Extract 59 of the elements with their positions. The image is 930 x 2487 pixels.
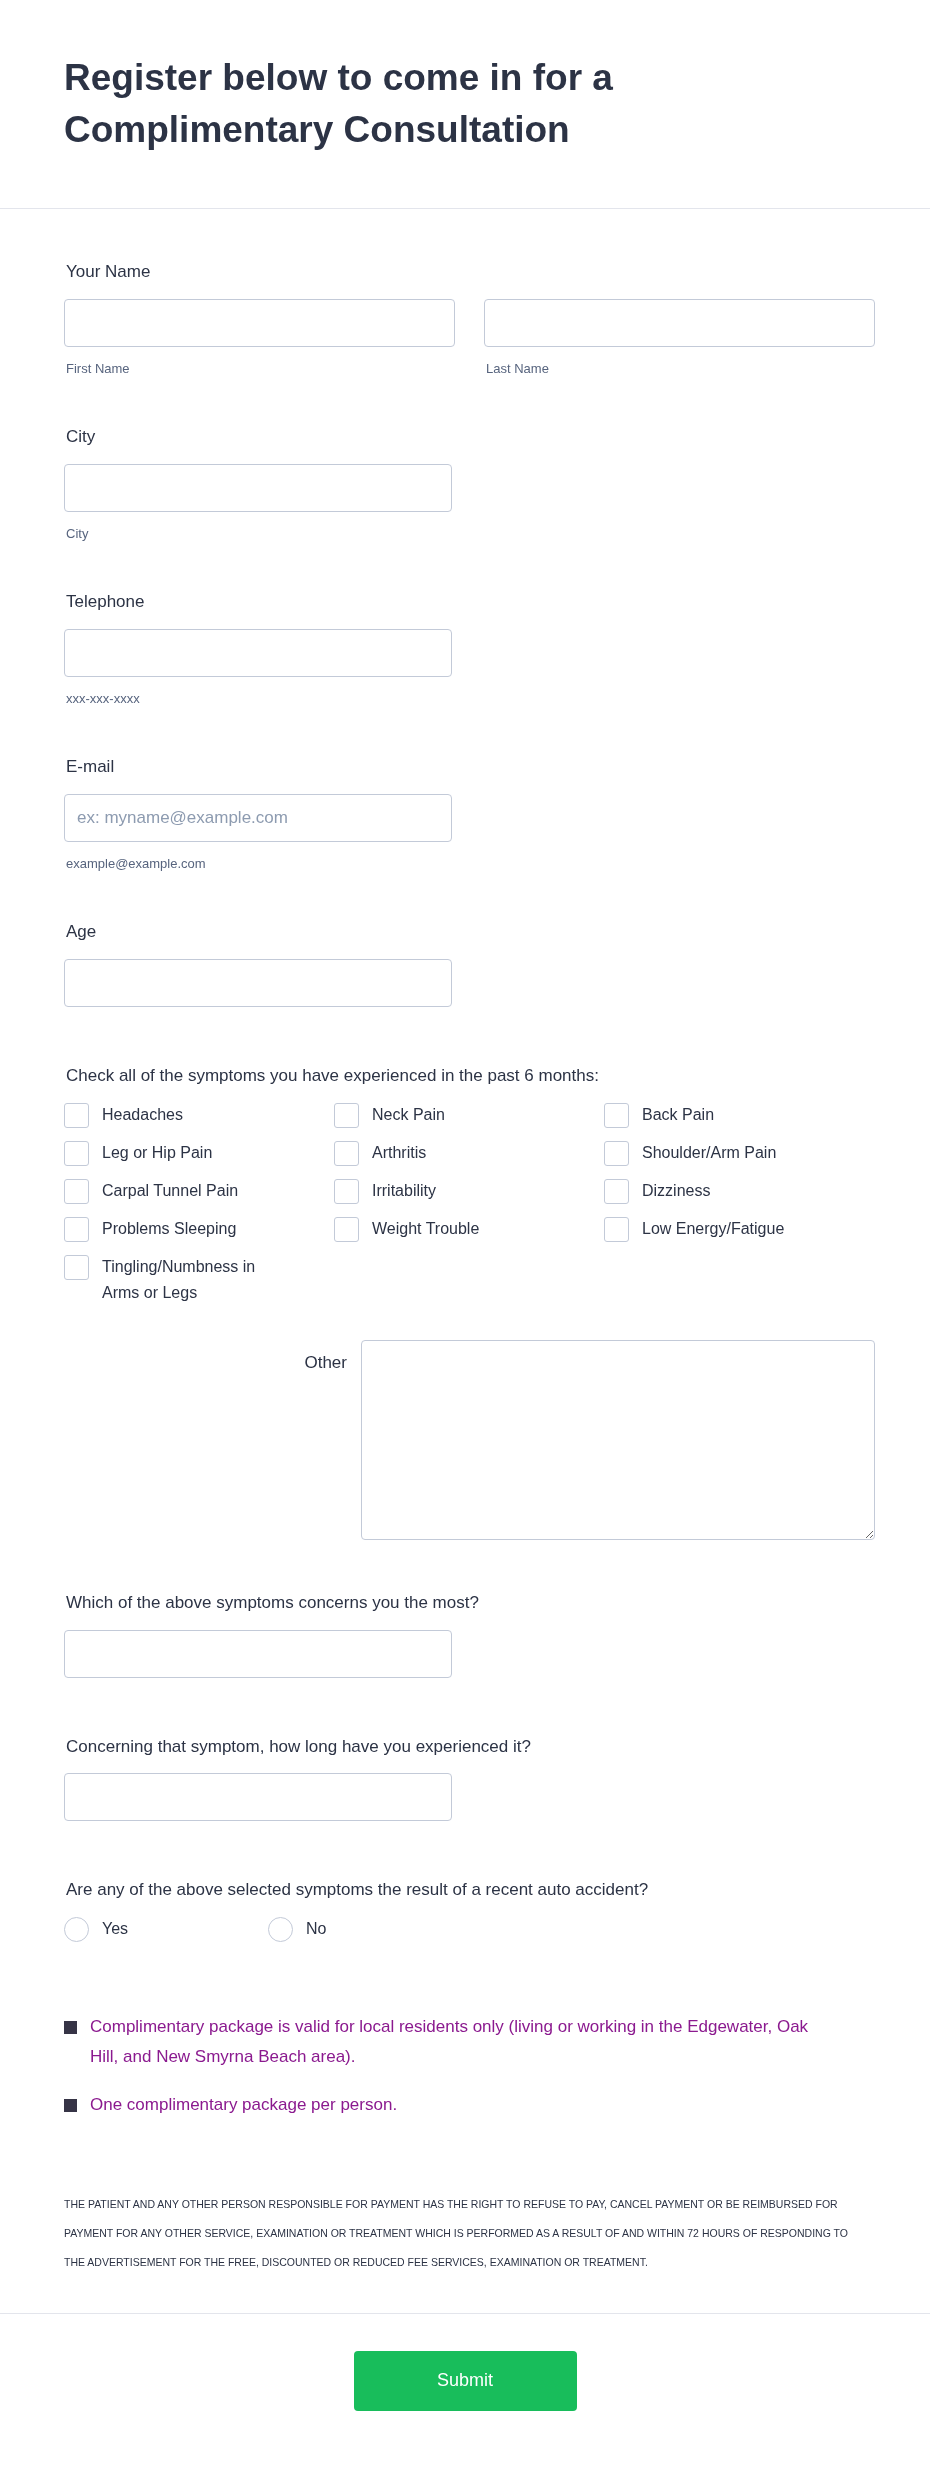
checkbox[interactable] <box>604 1179 629 1204</box>
field-hint: Last Name <box>485 359 550 378</box>
checkbox[interactable] <box>334 1103 359 1128</box>
field-label: Check all of the symptoms you have experienced in the past 6 months: <box>65 1064 600 1087</box>
text-input[interactable] <box>64 1629 452 1678</box>
checkbox[interactable] <box>64 1217 89 1242</box>
text-input[interactable] <box>64 958 452 1007</box>
checkbox-label: Leg or Hip Pain <box>102 1143 214 1163</box>
text-input[interactable] <box>64 463 452 512</box>
field-label: Other <box>304 1352 347 1374</box>
submit-button[interactable]: Submit <box>353 2350 577 2411</box>
checkbox[interactable] <box>604 1103 629 1128</box>
form-title: Register below to come in for a Complimentary Consultation <box>64 56 614 152</box>
checkbox-label: Headaches <box>102 1105 184 1125</box>
radio-label: No <box>306 1919 327 1939</box>
field-label: Telephone <box>65 591 146 613</box>
checkbox[interactable] <box>334 1179 359 1204</box>
field-label: Are any of the above selected symptoms the result of a recent auto accident? <box>65 1879 650 1901</box>
disclaimer-text: THE PATIENT AND ANY OTHER PERSON RESPONSIBLE FOR PAYMENT HAS THE RIGHT TO REFUSE TO PAY, CANCEL PAYMENT OR BE REIMBURSED FOR PAYMENT FOR ANY OTHER SERVICE, EXAMINATION OR TREATMENT WHICH IS PERFORMED AS A RESULT OF AND WITHIN 72 HOURS OF RESPONDING TO THE ADVERTISEMENT FOR THE FREE, DISCOUNTED OR REDUCED FEE SERVICES, EXAMINATION OR TREATMENT. <box>64 2196 849 2270</box>
checkbox[interactable] <box>64 1103 89 1128</box>
note-text: One complimentary package per person. <box>90 2093 398 2116</box>
field-label: Which of the above symptoms concerns you the most? <box>65 1592 480 1614</box>
checkbox[interactable] <box>64 1179 89 1204</box>
text-area[interactable] <box>361 1340 875 1540</box>
checkbox-label: Back Pain <box>642 1105 716 1125</box>
note-text: Complimentary package is valid for local residents only (living or working in the Edgewater, Oak Hill, and New Smyrna Beach area). <box>90 2015 810 2068</box>
checkbox-label: Carpal Tunnel Pain <box>102 1181 240 1201</box>
checkbox[interactable] <box>64 1141 89 1166</box>
checkbox-label: Weight Trouble <box>372 1219 481 1239</box>
checkbox[interactable] <box>64 1255 89 1280</box>
square-bullet-icon <box>64 2020 77 2034</box>
field-label: City <box>65 426 97 448</box>
field-hint: example@example.com <box>65 854 207 873</box>
checkbox-label: Low Energy/Fatigue <box>642 1219 786 1239</box>
checkbox[interactable] <box>334 1217 359 1242</box>
checkbox[interactable] <box>334 1141 359 1166</box>
checkbox[interactable] <box>604 1217 629 1242</box>
checkbox-label: Irritability <box>372 1181 437 1201</box>
radio-label: Yes <box>102 1919 129 1939</box>
field-label: E-mail <box>65 756 116 778</box>
checkbox-label: Dizziness <box>642 1181 712 1201</box>
checkbox-label: Tingling/Numbness in Arms or Legs <box>102 1257 257 1303</box>
checkbox-label: Arthritis <box>372 1143 428 1163</box>
text-input[interactable] <box>484 298 875 347</box>
checkbox-label: Neck Pain <box>372 1105 446 1125</box>
text-input[interactable]: ex: myname@example.com <box>64 793 452 842</box>
field-hint: First Name <box>65 359 131 378</box>
field-label: Your Name <box>65 261 152 283</box>
checkbox[interactable] <box>604 1141 629 1166</box>
field-label: Concerning that symptom, how long have you experienced it? <box>65 1735 532 1758</box>
checkbox-label: Shoulder/Arm Pain <box>642 1143 778 1163</box>
field-label: Age <box>65 921 98 943</box>
field-hint: City <box>65 524 90 543</box>
text-input[interactable] <box>64 298 455 347</box>
text-input[interactable] <box>64 1773 452 1821</box>
square-bullet-icon <box>64 2098 77 2112</box>
checkbox-label: Problems Sleeping <box>102 1219 238 1239</box>
field-hint: xxx-xxx-xxxx <box>65 689 141 708</box>
text-input[interactable] <box>64 628 452 677</box>
